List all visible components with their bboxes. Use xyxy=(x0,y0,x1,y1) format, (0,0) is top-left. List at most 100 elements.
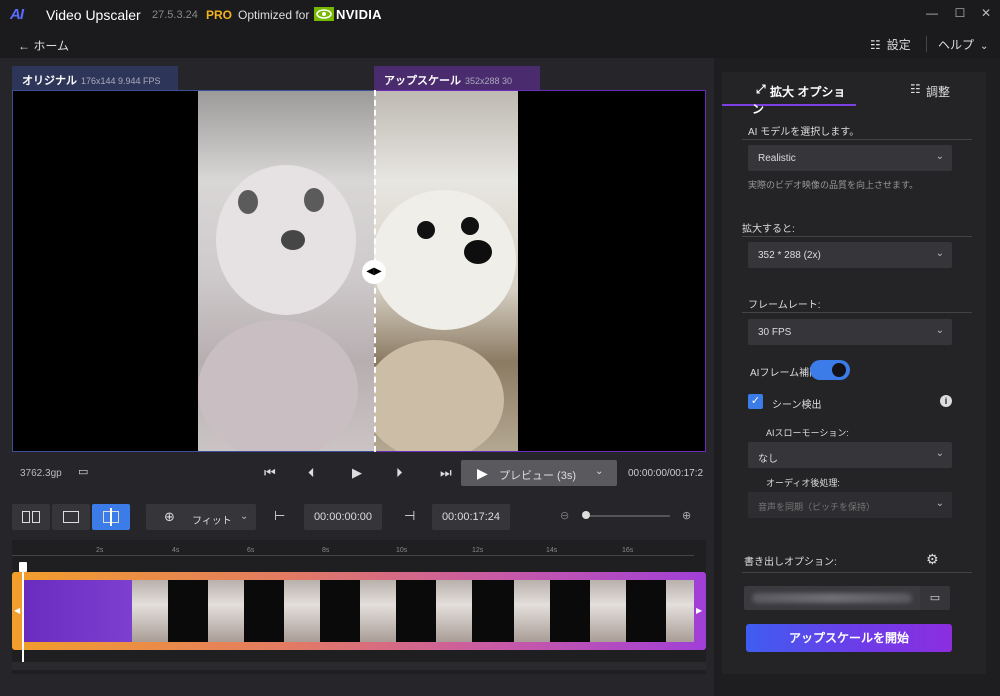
split-compare-view-button[interactable] xyxy=(92,504,130,530)
tab-expand-options[interactable]: ⤢ 拡大 オプション xyxy=(722,72,856,116)
slowmo-select[interactable]: なし ⌄ xyxy=(748,442,952,468)
nvidia-brand: NVIDIA xyxy=(336,7,382,22)
folder-icon[interactable]: ▭ xyxy=(78,465,88,478)
audio-postprocess-label: オーディオ後処理: xyxy=(766,478,840,488)
play-icon[interactable]: ▶ xyxy=(352,465,362,481)
zoom-out-icon[interactable]: ⊖ xyxy=(560,509,569,522)
options-panel: ⤢ 拡大 オプション ☷ 調整 AI モデルを選択します。 Realistic … xyxy=(722,72,986,674)
video-preview[interactable]: ◀▶ xyxy=(12,90,706,452)
audio-postprocess-select[interactable]: 音声を同期（ピッチを保持） ⌄ xyxy=(748,492,952,518)
skip-to-end-icon[interactable]: ⏭ xyxy=(440,465,452,481)
framerate-label: フレームレート: xyxy=(748,300,821,311)
tick-label: 6s xyxy=(247,547,255,554)
clip-thumbnail xyxy=(514,580,550,642)
chevron-down-icon: ⌄ xyxy=(935,498,944,509)
sliders-icon: ☷ xyxy=(870,38,881,52)
clip-strip[interactable]: ◀ ▶ xyxy=(12,572,706,650)
trim-right-handle-icon[interactable]: ▶ xyxy=(696,606,702,615)
tab-adjust-label: 調整 xyxy=(926,85,951,99)
zoom-fit-select[interactable]: ⊕ フィット ⌄ xyxy=(146,504,256,530)
output-path-field[interactable] xyxy=(744,586,920,610)
playhead-handle[interactable] xyxy=(19,562,27,572)
original-view-tab[interactable]: オリジナル 176x144 9.944 FPS xyxy=(12,66,178,90)
divider xyxy=(742,312,972,313)
preview-button-label: プレビュー (3s) xyxy=(499,470,576,482)
set-in-point-icon[interactable]: ⊢ xyxy=(274,508,285,524)
app-version: 27.5.3.24 xyxy=(152,9,198,21)
scale-select[interactable]: 352 * 288 (2x) ⌄ xyxy=(748,242,952,268)
framerate-select[interactable]: 30 FPS ⌄ xyxy=(748,319,952,345)
split-pane-icon xyxy=(22,511,30,523)
out-time-field[interactable]: 00:00:17:24 xyxy=(432,504,510,530)
timeline-zoom-slider[interactable] xyxy=(584,515,670,517)
clip-thumbnail xyxy=(590,580,626,642)
original-frame-border xyxy=(12,90,374,452)
folder-icon: ▭ xyxy=(929,592,941,604)
upscale-view-tab[interactable]: アップスケール352x288 30 FPS xyxy=(374,66,540,99)
timeline-zoom-knob[interactable] xyxy=(582,511,590,519)
ai-model-value: Realistic xyxy=(758,153,796,164)
playback-controls: 3762.3gp ▭ ⏮ ⏴ ▶ ⏵ ⏭ ▶ プレビュー (3s) ⌄ 00:0… xyxy=(12,458,706,490)
scene-detect-label: シーン検出 xyxy=(772,400,822,411)
timeline-scrollbar[interactable] xyxy=(12,662,706,670)
clip-thumbnail xyxy=(436,580,472,642)
scene-detect-checkbox[interactable]: ✓ xyxy=(748,394,763,409)
ai-frame-interp-toggle[interactable] xyxy=(810,360,850,380)
maximize-button[interactable]: ☐ xyxy=(950,3,970,23)
app-title: Video Upscaler xyxy=(46,7,141,23)
edit-toolbar: ⊕ フィット ⌄ ⊢ 00:00:00:00 ⊣ 00:00:17:24 ⊖ ⊕ xyxy=(12,502,706,532)
time-ruler: 2s 4s 6s 8s 10s 12s 14s 16s xyxy=(12,540,694,556)
playhead[interactable] xyxy=(22,562,24,662)
split-drag-handle[interactable]: ◀▶ xyxy=(362,260,386,284)
app-logo: AI xyxy=(10,6,24,23)
framerate-value: 30 FPS xyxy=(758,327,792,338)
step-back-icon[interactable]: ⏴ xyxy=(308,465,315,481)
slowmo-value: なし xyxy=(758,454,778,465)
tick-label: 16s xyxy=(622,547,634,554)
single-view-button[interactable] xyxy=(52,504,90,530)
gear-icon[interactable]: ⚙ xyxy=(926,551,939,568)
nav-divider xyxy=(926,36,927,52)
fit-label: フィット xyxy=(192,516,232,527)
divider xyxy=(742,236,972,237)
step-forward-icon[interactable]: ⏵ xyxy=(396,465,403,481)
side-by-side-view-button[interactable] xyxy=(12,504,50,530)
tab-expand-label: 拡大 オプション xyxy=(752,85,846,116)
tab-adjust[interactable]: ☷ 調整 xyxy=(856,72,986,106)
preview-button[interactable]: ▶ プレビュー (3s) ⌄ xyxy=(461,460,617,486)
clip-thumbnail xyxy=(22,580,132,642)
divider xyxy=(742,139,972,140)
divider xyxy=(742,572,972,573)
original-tab-label: オリジナル xyxy=(22,75,77,87)
scale-value: 352 * 288 (2x) xyxy=(758,250,821,261)
title-bar: AI Video Upscaler 27.5.3.24 PRO Optimize… xyxy=(0,0,1000,30)
chevron-down-icon: ⌄ xyxy=(935,151,944,162)
ai-frame-interp-label: AIフレーム補間 xyxy=(750,368,820,379)
chevron-down-icon: ⌄ xyxy=(935,248,944,259)
tick-label: 2s xyxy=(96,547,104,554)
tick-label: 10s xyxy=(396,547,408,554)
browse-folder-button[interactable]: ▭ xyxy=(920,586,950,610)
help-menu[interactable]: ヘルプ ⌄ xyxy=(938,36,988,53)
chevron-down-icon: ⌄ xyxy=(935,325,944,336)
tick-label: 14s xyxy=(546,547,558,554)
chevron-down-icon[interactable]: ⌄ xyxy=(595,466,603,477)
optimized-for-label: Optimized for xyxy=(238,8,310,22)
chevron-down-icon: ⌄ xyxy=(240,511,249,522)
close-button[interactable]: ✕ xyxy=(976,3,996,23)
ai-model-select[interactable]: Realistic ⌄ xyxy=(748,145,952,171)
trim-left-handle-icon[interactable]: ◀ xyxy=(14,606,20,615)
skip-to-start-icon[interactable]: ⏮ xyxy=(264,465,276,481)
original-video-info: 176x144 9.944 FPS xyxy=(81,76,161,86)
minimize-button[interactable]: — xyxy=(922,3,942,23)
home-link[interactable]: ← ホーム xyxy=(18,37,69,54)
set-out-point-icon[interactable]: ⊣ xyxy=(404,508,415,524)
zoom-in-icon[interactable]: ⊕ xyxy=(682,509,691,522)
in-time-field[interactable]: 00:00:00:00 xyxy=(304,504,382,530)
start-upscale-button[interactable]: アップスケールを開始 xyxy=(746,624,952,652)
clip-thumbnail xyxy=(208,580,244,642)
tick-label: 8s xyxy=(322,547,330,554)
info-icon[interactable]: i xyxy=(940,395,952,407)
clip-thumbnails xyxy=(22,580,694,642)
settings-link[interactable]: ☷ 設定 xyxy=(870,36,911,53)
